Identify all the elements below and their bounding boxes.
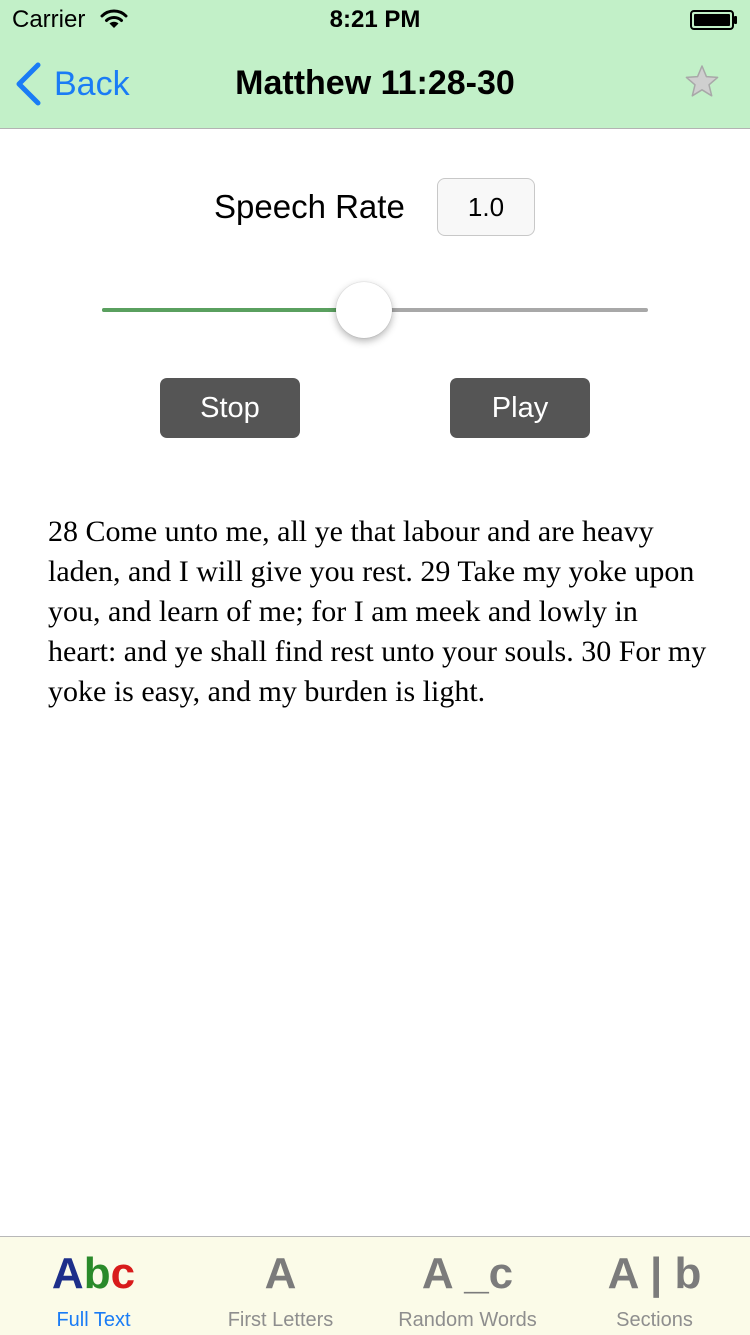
tab-label: Full Text: [56, 1309, 131, 1331]
battery-icon: [690, 10, 737, 30]
tab-first-letters[interactable]: A First Letters: [187, 1237, 374, 1335]
status-time: 8:21 PM: [329, 6, 421, 33]
chevron-left-icon: [16, 62, 41, 106]
tab-label: Sections: [616, 1309, 693, 1331]
speech-rate-field[interactable]: 1.0: [437, 178, 535, 236]
full-text-icon: Abc: [0, 1249, 187, 1299]
sections-icon: A | b: [607, 1249, 702, 1298]
slider-fill: [102, 308, 365, 312]
slider-thumb[interactable]: [336, 282, 393, 338]
tab-sections[interactable]: A | b Sections: [561, 1237, 748, 1335]
navigation-bar: Back Matthew 11:28-30: [0, 40, 750, 129]
speech-rate-slider[interactable]: [102, 282, 648, 338]
stop-button[interactable]: Stop: [160, 378, 300, 438]
star-icon[interactable]: [684, 64, 720, 100]
tab-bar: Abc Full Text A First Letters A _c Rando…: [0, 1236, 750, 1335]
tab-random-words[interactable]: A _c Random Words: [374, 1237, 561, 1335]
tab-label: First Letters: [227, 1309, 334, 1331]
speech-rate-label: Speech Rate: [214, 188, 405, 225]
random-words-icon: A _c: [421, 1249, 514, 1298]
full-text-icon-letter-a: A: [51, 1249, 84, 1298]
play-button[interactable]: Play: [450, 378, 590, 438]
verse-text: 28 Come unto me, all ye that labour and …: [48, 515, 707, 708]
status-bar: Carrier 8:21 PM: [0, 0, 750, 40]
full-text-icon-letter-b: b: [83, 1249, 111, 1298]
back-label: Back: [54, 64, 130, 103]
back-button[interactable]: Back: [14, 60, 130, 108]
tab-label: Random Words: [398, 1309, 537, 1331]
full-text-icon-letter-c: c: [110, 1249, 136, 1298]
first-letters-icon: A: [264, 1249, 297, 1298]
tab-full-text[interactable]: Abc Full Text: [0, 1237, 187, 1335]
